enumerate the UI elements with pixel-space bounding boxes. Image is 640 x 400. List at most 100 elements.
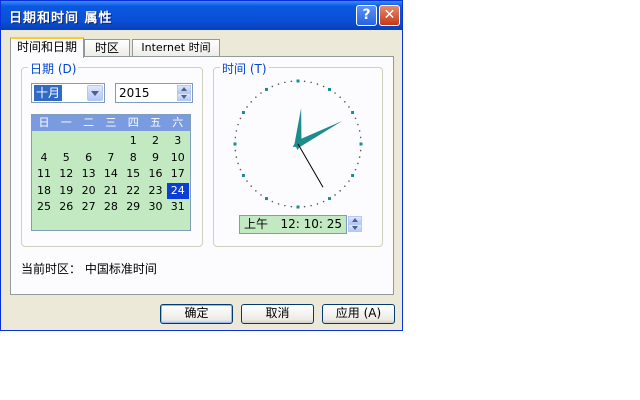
minute-tick (354, 168, 357, 171)
calendar-day[interactable]: 23 (145, 183, 167, 199)
calendar-day[interactable]: 21 (100, 183, 122, 199)
year-up-button[interactable] (177, 85, 191, 93)
minute-tick (357, 162, 359, 165)
month-dropdown[interactable]: 十月 (31, 83, 105, 103)
ampm-value: 上午 (244, 217, 269, 231)
calendar-day[interactable]: 20 (78, 183, 100, 199)
tab-time-zone[interactable]: 时区 (84, 39, 130, 57)
calendar-day[interactable]: 7 (100, 150, 122, 166)
month-value: 十月 (34, 85, 63, 101)
hour-tick (296, 79, 300, 83)
calendar-day[interactable]: 2 (145, 133, 167, 149)
calendar-weekday-header: 日一二三四五六 (32, 115, 190, 131)
cancel-button[interactable]: 取消 (241, 304, 314, 324)
calendar-day[interactable]: 6 (78, 150, 100, 166)
time-value: 12: 10: 25 (280, 217, 342, 231)
calendar-day[interactable]: 19 (55, 183, 77, 199)
minute-tick (310, 81, 312, 84)
ok-button[interactable]: 确定 (160, 304, 233, 324)
weekday-header: 六 (172, 116, 184, 129)
minute-tick (359, 149, 362, 152)
calendar-day[interactable]: 4 (33, 150, 55, 166)
minute-tick (271, 200, 274, 203)
hour-tick (241, 111, 245, 114)
minute-tick (255, 190, 257, 192)
calendar-grid[interactable]: 日一二三四五六 1 2 3 4 5 6 7 8 9 10 11 12 13 14 15 16 17 18 19 20 2… (31, 114, 191, 231)
current-timezone-label: 当前时区： 中国标准时间 (21, 262, 157, 276)
hour-tick (351, 174, 355, 177)
calendar-day[interactable]: 25 (33, 199, 55, 215)
minute-tick (359, 136, 362, 139)
minute-tick (290, 205, 293, 208)
calendar-day[interactable]: 28 (100, 199, 122, 215)
calendar-day[interactable]: 13 (78, 166, 100, 182)
calendar-day[interactable]: 16 (145, 166, 167, 182)
calendar-day[interactable]: 26 (55, 199, 77, 215)
analog-clock (233, 79, 363, 209)
minute-tick (348, 180, 350, 182)
calendar-day[interactable]: 17 (167, 166, 189, 182)
minute-tick (310, 204, 312, 207)
calendar-day[interactable]: 31 (167, 199, 189, 215)
minute-tick (339, 96, 341, 98)
minute-tick (255, 96, 257, 98)
calendar-day[interactable]: 14 (100, 166, 122, 182)
year-value: 2015 (119, 86, 150, 100)
calendar-day[interactable]: 11 (33, 166, 55, 182)
minute-tick (344, 101, 346, 103)
calendar-day[interactable]: 18 (33, 183, 55, 199)
title-bar[interactable]: 日期和时间 属性 ? ✕ (1, 1, 402, 30)
minute-tick (354, 117, 357, 120)
hour-tick (359, 142, 363, 146)
chevron-down-icon[interactable] (87, 85, 103, 101)
minute-tick (235, 130, 238, 132)
second-hand (297, 143, 324, 188)
calendar-day[interactable]: 15 (122, 166, 144, 182)
minute-tick (339, 190, 341, 192)
minute-tick (334, 194, 336, 196)
hour-tick (296, 205, 300, 209)
minute-tick (284, 204, 286, 207)
minute-tick (260, 92, 262, 94)
minute-tick (260, 194, 262, 196)
calendar-day[interactable]: 22 (122, 183, 144, 199)
hour-tick (328, 87, 331, 91)
calendar-day[interactable]: 9 (145, 150, 167, 166)
minute-tick (234, 136, 237, 139)
year-down-button[interactable] (177, 93, 191, 101)
tab-time-and-date[interactable]: 时间和日期 (10, 37, 84, 58)
minute-tick (284, 81, 286, 84)
calendar-day[interactable]: 27 (78, 199, 100, 215)
hour-tick (265, 197, 268, 201)
minute-tick (348, 106, 350, 108)
minute-tick (235, 156, 238, 158)
year-spinner[interactable]: 2015 (115, 83, 193, 103)
calendar-day[interactable]: 1 (122, 133, 144, 149)
minute-tick (303, 205, 306, 208)
minute-tick (239, 168, 242, 171)
tab-internet-time[interactable]: Internet 时间 (132, 39, 220, 57)
time-field[interactable]: 上午 12: 10: 25 (239, 215, 347, 234)
time-down-button[interactable] (348, 224, 362, 232)
calendar-day[interactable]: 5 (55, 150, 77, 166)
calendar-day[interactable]: 12 (55, 166, 77, 182)
help-icon[interactable]: ? (356, 5, 377, 26)
calendar-day[interactable]: 30 (145, 199, 167, 215)
apply-button[interactable]: 应用 (A) (322, 304, 395, 324)
calendar-day[interactable]: 24 (166, 182, 189, 199)
calendar-day[interactable]: 29 (122, 199, 144, 215)
calendar-day[interactable]: 10 (167, 150, 189, 166)
weekday-header: 三 (105, 116, 117, 129)
minute-tick (250, 185, 252, 187)
calendar-day[interactable]: 3 (167, 133, 189, 149)
calendar-day[interactable]: 8 (122, 150, 144, 166)
minute-tick (277, 203, 280, 205)
minute-tick (246, 180, 248, 182)
close-icon[interactable]: ✕ (379, 5, 400, 26)
minute-tick (344, 185, 346, 187)
minute-tick (358, 130, 361, 132)
weekday-header: 五 (150, 116, 161, 129)
time-spin-buttons (348, 216, 362, 232)
time-up-button[interactable] (348, 216, 362, 224)
hour-tick (233, 142, 237, 146)
